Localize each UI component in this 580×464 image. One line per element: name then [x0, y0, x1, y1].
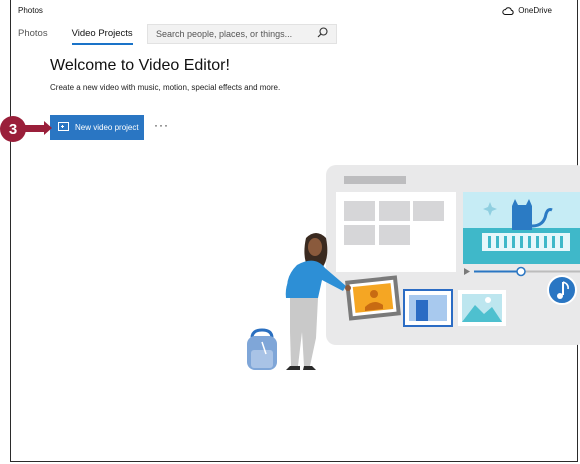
video-editor-illustration [247, 165, 580, 370]
illustration-backpack [247, 328, 277, 370]
music-note-icon [547, 275, 577, 305]
illustration-photo-frame [345, 275, 401, 321]
